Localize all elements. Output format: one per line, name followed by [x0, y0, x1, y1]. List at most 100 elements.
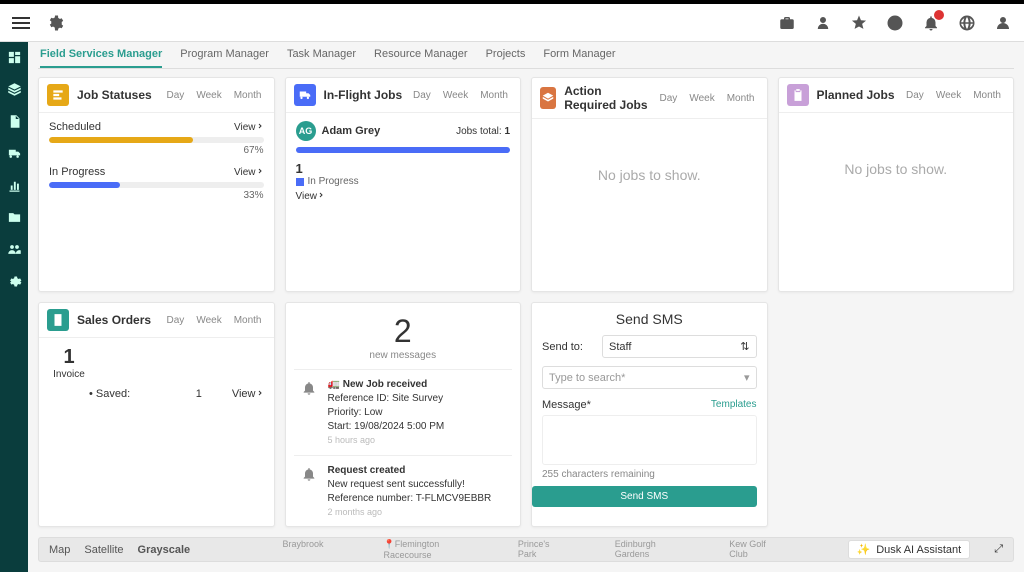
- tab-field-services-manager[interactable]: Field Services Manager: [40, 48, 162, 68]
- inflight-jobs-card: In-Flight Jobs DayWeekMonth AG Adam Grey…: [285, 77, 522, 292]
- time-toggle-week[interactable]: Week: [192, 313, 225, 328]
- empty-message: No jobs to show.: [789, 161, 1004, 177]
- status-name: In Progress: [49, 166, 105, 178]
- tab-program-manager[interactable]: Program Manager: [180, 48, 269, 68]
- globe-icon[interactable]: [958, 14, 976, 32]
- view-link[interactable]: View: [296, 191, 511, 202]
- map-place-label: Prince's Park: [518, 539, 555, 560]
- message-textarea[interactable]: [542, 415, 757, 465]
- time-toggle-day[interactable]: Day: [163, 88, 189, 103]
- layers-icon: [540, 87, 556, 109]
- time-toggle-day[interactable]: Day: [656, 91, 682, 106]
- invoice-label: Invoice: [49, 369, 89, 380]
- clipboard-icon: [787, 84, 809, 106]
- jobs-total-label: Jobs total:: [456, 126, 502, 137]
- progress-bar: [296, 147, 511, 153]
- message-sub: new messages: [286, 350, 521, 361]
- view-link[interactable]: View: [234, 167, 264, 178]
- map-place-label: Edinburgh Gardens: [615, 539, 670, 560]
- gears-icon[interactable]: [46, 14, 64, 32]
- message-label: Message*: [542, 399, 591, 411]
- send-sms-button[interactable]: Send SMS: [532, 486, 757, 507]
- message-count: 2: [286, 313, 521, 350]
- clock-icon[interactable]: [886, 14, 904, 32]
- time-toggles: DayWeek Month: [656, 91, 759, 106]
- tab-form-manager[interactable]: Form Manager: [543, 48, 615, 68]
- sidebar-settings-icon[interactable]: [5, 272, 23, 290]
- briefcase-icon[interactable]: [778, 14, 796, 32]
- card-title: In-Flight Jobs: [324, 88, 403, 102]
- hamburger-menu-icon[interactable]: [12, 17, 30, 29]
- messages-card: 2 new messages 🚛 New Job received Refere…: [285, 302, 522, 527]
- time-toggle-week[interactable]: Week: [439, 88, 472, 103]
- jobs-total-value: 1: [504, 126, 510, 137]
- sidebar-chart-icon[interactable]: [5, 176, 23, 194]
- ai-assistant-label[interactable]: Dusk AI Assistant: [876, 544, 961, 556]
- time-toggle-month[interactable]: Month: [230, 313, 266, 328]
- invoice-icon: [47, 309, 69, 331]
- map-type-satellite[interactable]: Satellite: [84, 544, 123, 556]
- planned-jobs-card: Planned Jobs Day Week Month No jobs to sho…: [778, 77, 1015, 292]
- message-title: Request created: [328, 464, 492, 478]
- sidebar-folder-icon[interactable]: [5, 208, 23, 226]
- sidebar-dashboard-icon[interactable]: [5, 48, 23, 66]
- card-title: Sales Orders: [77, 313, 151, 327]
- message-item[interactable]: Request created New request sent success…: [294, 455, 513, 527]
- time-toggle-month[interactable]: Month: [723, 91, 759, 106]
- tab-projects[interactable]: Projects: [486, 48, 526, 68]
- star-icon[interactable]: [850, 14, 868, 32]
- legend: In Progress: [296, 176, 511, 187]
- view-link[interactable]: View: [232, 388, 264, 400]
- send-sms-card: Send SMS Send to: Staff ⇅ Type to search…: [531, 302, 768, 527]
- job-statuses-icon: [47, 84, 69, 106]
- send-to-label: Send to:: [542, 341, 594, 353]
- action-required-card: Action Required Jobs DayWeek Month No job…: [531, 77, 768, 292]
- map-toolbar: MapSatelliteGrayscale Braybrook📍Flemingt…: [38, 537, 1014, 562]
- card-title: Planned Jobs: [817, 88, 895, 102]
- module-tabs: Field Services Manager Program Manager Tas…: [38, 42, 1014, 69]
- tab-task-manager[interactable]: Task Manager: [287, 48, 356, 68]
- sidebar-document-icon[interactable]: [5, 112, 23, 130]
- empty-message: No jobs to show.: [542, 167, 757, 183]
- user-icon[interactable]: [994, 14, 1012, 32]
- caret-down-icon: ▾: [744, 371, 750, 384]
- sidebar-layers-icon[interactable]: [5, 80, 23, 98]
- time-toggle-week[interactable]: Week: [932, 88, 965, 103]
- map-type-grayscale[interactable]: Grayscale: [138, 544, 191, 556]
- card-title: Action Required Jobs: [564, 84, 655, 112]
- sidebar: [0, 42, 28, 572]
- sidebar-truck-icon[interactable]: [5, 144, 23, 162]
- tab-resource-manager[interactable]: Resource Manager: [374, 48, 468, 68]
- bell-icon[interactable]: [922, 14, 940, 32]
- status-row: Scheduled View 67%: [49, 121, 264, 156]
- message-line: New request sent successfully!: [328, 478, 492, 492]
- map-type-map[interactable]: Map: [49, 544, 70, 556]
- view-link[interactable]: View: [234, 122, 264, 133]
- people-icon[interactable]: [814, 14, 832, 32]
- recipient-search[interactable]: Type to search* ▾: [542, 366, 757, 389]
- time-toggle-day[interactable]: Day: [902, 88, 928, 103]
- message-line: Reference number: T-FLMCV9EBBR: [328, 492, 492, 506]
- topbar: [0, 4, 1024, 42]
- time-toggle-day[interactable]: Day: [409, 88, 435, 103]
- time-toggle-month[interactable]: Month: [476, 88, 512, 103]
- time-toggle-week[interactable]: Week: [685, 91, 718, 106]
- card-title: Job Statuses: [77, 88, 152, 102]
- expand-icon[interactable]: ⤢: [994, 543, 1003, 556]
- person-name: Adam Grey: [322, 125, 381, 137]
- time-toggle-week[interactable]: Week: [192, 88, 225, 103]
- inflight-count: 1: [296, 161, 511, 176]
- sales-orders-card: Sales Orders DayWeekMonth 1 Invoice • Sa…: [38, 302, 275, 527]
- message-item[interactable]: 🚛 New Job received Reference ID: Site Su…: [294, 369, 513, 455]
- time-toggle-day[interactable]: Day: [163, 313, 189, 328]
- time-toggle-month[interactable]: Month: [969, 88, 1005, 103]
- time-toggle-month[interactable]: Month: [230, 88, 266, 103]
- templates-link[interactable]: Templates: [711, 399, 757, 411]
- time-toggles: Day Week Month: [902, 88, 1005, 103]
- send-to-select[interactable]: Staff ⇅: [602, 335, 757, 358]
- notification-badge: [934, 10, 944, 20]
- sidebar-group-icon[interactable]: [5, 240, 23, 258]
- invoice-count: 1: [49, 346, 89, 369]
- time-toggles: Day Week Month: [409, 88, 512, 103]
- message-line: Priority: Low: [328, 406, 445, 420]
